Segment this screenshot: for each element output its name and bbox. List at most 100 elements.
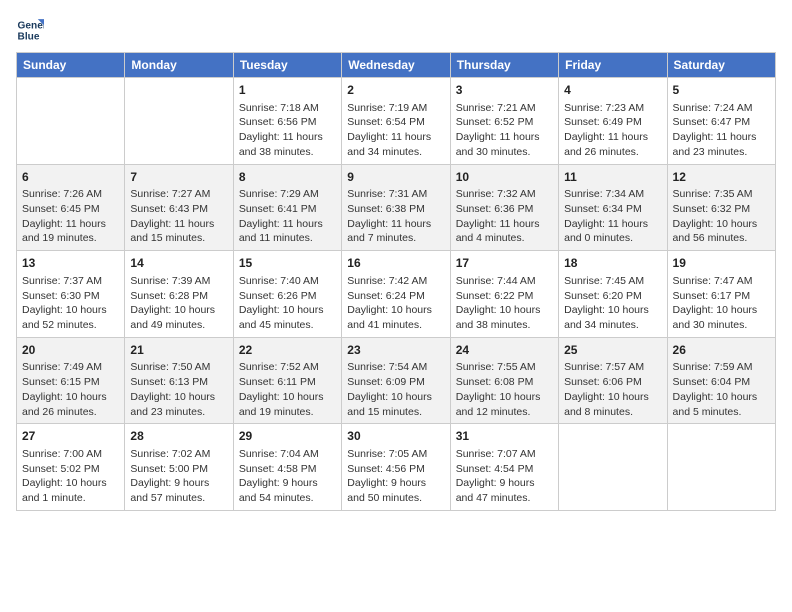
header-friday: Friday	[559, 53, 667, 78]
day-number: 19	[673, 255, 770, 272]
day-info: Sunrise: 7:02 AM Sunset: 5:00 PM Dayligh…	[130, 447, 227, 506]
calendar-cell: 30 Sunrise: 7:05 AM Sunset: 4:56 PM Dayli…	[342, 424, 450, 511]
day-info: Sunrise: 7:34 AM Sunset: 6:34 PM Dayligh…	[564, 187, 661, 246]
day-info: Sunrise: 7:19 AM Sunset: 6:54 PM Dayligh…	[347, 101, 444, 160]
calendar-cell: 3 Sunrise: 7:21 AM Sunset: 6:52 PM Daylig…	[450, 78, 558, 165]
day-number: 15	[239, 255, 336, 272]
header-thursday: Thursday	[450, 53, 558, 78]
day-number: 28	[130, 428, 227, 445]
calendar-cell: 7Sunrise: 7:27 AM Sunset: 6:43 PM Daylig…	[125, 164, 233, 251]
day-info: Sunrise: 7:47 AM Sunset: 6:17 PM Dayligh…	[673, 274, 770, 333]
day-info: Sunrise: 7:23 AM Sunset: 6:49 PM Dayligh…	[564, 101, 661, 160]
calendar-cell: 24Sunrise: 7:55 AM Sunset: 6:08 PM Dayli…	[450, 337, 558, 424]
header-wednesday: Wednesday	[342, 53, 450, 78]
header-tuesday: Tuesday	[233, 53, 341, 78]
day-info: Sunrise: 7:31 AM Sunset: 6:38 PM Dayligh…	[347, 187, 444, 246]
day-number: 27	[22, 428, 119, 445]
day-info: Sunrise: 7:49 AM Sunset: 6:15 PM Dayligh…	[22, 360, 119, 419]
day-number: 26	[673, 342, 770, 359]
day-number: 21	[130, 342, 227, 359]
day-info: Sunrise: 7:21 AM Sunset: 6:52 PM Dayligh…	[456, 101, 553, 160]
day-number: 1	[239, 82, 336, 99]
day-info: Sunrise: 7:32 AM Sunset: 6:36 PM Dayligh…	[456, 187, 553, 246]
header-saturday: Saturday	[667, 53, 775, 78]
calendar-cell: 1 Sunrise: 7:18 AM Sunset: 6:56 PM Daylig…	[233, 78, 341, 165]
calendar-cell: 25Sunrise: 7:57 AM Sunset: 6:06 PM Dayli…	[559, 337, 667, 424]
day-info: Sunrise: 7:50 AM Sunset: 6:13 PM Dayligh…	[130, 360, 227, 419]
day-number: 29	[239, 428, 336, 445]
day-number: 23	[347, 342, 444, 359]
day-number: 17	[456, 255, 553, 272]
page-header: General Blue	[16, 16, 776, 44]
week-row-5: 27 Sunrise: 7:00 AM Sunset: 5:02 PM Dayli…	[17, 424, 776, 511]
day-info: Sunrise: 7:05 AM Sunset: 4:56 PM Dayligh…	[347, 447, 444, 506]
calendar-cell: 17 Sunrise: 7:44 AM Sunset: 6:22 PM Dayli…	[450, 251, 558, 338]
day-number: 13	[22, 255, 119, 272]
day-info: Sunrise: 7:24 AM Sunset: 6:47 PM Dayligh…	[673, 101, 770, 160]
day-info: Sunrise: 7:18 AM Sunset: 6:56 PM Dayligh…	[239, 101, 336, 160]
day-number: 6	[22, 169, 119, 186]
calendar-cell: 8Sunrise: 7:29 AM Sunset: 6:41 PM Daylig…	[233, 164, 341, 251]
svg-text:General: General	[18, 20, 44, 31]
day-info: Sunrise: 7:37 AM Sunset: 6:30 PM Dayligh…	[22, 274, 119, 333]
day-info: Sunrise: 7:35 AM Sunset: 6:32 PM Dayligh…	[673, 187, 770, 246]
calendar-cell	[667, 424, 775, 511]
calendar-cell: 18Sunrise: 7:45 AM Sunset: 6:20 PM Dayli…	[559, 251, 667, 338]
calendar-cell: 20Sunrise: 7:49 AM Sunset: 6:15 PM Dayli…	[17, 337, 125, 424]
day-info: Sunrise: 7:29 AM Sunset: 6:41 PM Dayligh…	[239, 187, 336, 246]
day-number: 10	[456, 169, 553, 186]
calendar-cell	[125, 78, 233, 165]
logo-icon: General Blue	[16, 16, 44, 44]
day-number: 24	[456, 342, 553, 359]
calendar-cell: 5 Sunrise: 7:24 AM Sunset: 6:47 PM Daylig…	[667, 78, 775, 165]
day-number: 30	[347, 428, 444, 445]
week-row-4: 20Sunrise: 7:49 AM Sunset: 6:15 PM Dayli…	[17, 337, 776, 424]
day-info: Sunrise: 7:42 AM Sunset: 6:24 PM Dayligh…	[347, 274, 444, 333]
week-row-2: 6Sunrise: 7:26 AM Sunset: 6:45 PM Daylig…	[17, 164, 776, 251]
calendar-cell	[559, 424, 667, 511]
calendar-cell: 31 Sunrise: 7:07 AM Sunset: 4:54 PM Dayli…	[450, 424, 558, 511]
day-number: 20	[22, 342, 119, 359]
day-number: 11	[564, 169, 661, 186]
calendar-header-row: SundayMondayTuesdayWednesdayThursdayFrid…	[17, 53, 776, 78]
calendar-cell: 6Sunrise: 7:26 AM Sunset: 6:45 PM Daylig…	[17, 164, 125, 251]
calendar-cell: 16Sunrise: 7:42 AM Sunset: 6:24 PM Dayli…	[342, 251, 450, 338]
day-number: 3	[456, 82, 553, 99]
week-row-3: 13 Sunrise: 7:37 AM Sunset: 6:30 PM Dayli…	[17, 251, 776, 338]
day-info: Sunrise: 7:55 AM Sunset: 6:08 PM Dayligh…	[456, 360, 553, 419]
day-info: Sunrise: 7:27 AM Sunset: 6:43 PM Dayligh…	[130, 187, 227, 246]
calendar-cell: 13 Sunrise: 7:37 AM Sunset: 6:30 PM Dayli…	[17, 251, 125, 338]
logo: General Blue	[16, 16, 48, 44]
day-info: Sunrise: 7:07 AM Sunset: 4:54 PM Dayligh…	[456, 447, 553, 506]
calendar-cell: 11Sunrise: 7:34 AM Sunset: 6:34 PM Dayli…	[559, 164, 667, 251]
day-number: 9	[347, 169, 444, 186]
calendar-cell: 23Sunrise: 7:54 AM Sunset: 6:09 PM Dayli…	[342, 337, 450, 424]
day-number: 22	[239, 342, 336, 359]
day-info: Sunrise: 7:40 AM Sunset: 6:26 PM Dayligh…	[239, 274, 336, 333]
day-number: 25	[564, 342, 661, 359]
calendar-cell: 22Sunrise: 7:52 AM Sunset: 6:11 PM Dayli…	[233, 337, 341, 424]
calendar-cell: 27 Sunrise: 7:00 AM Sunset: 5:02 PM Dayli…	[17, 424, 125, 511]
day-info: Sunrise: 7:00 AM Sunset: 5:02 PM Dayligh…	[22, 447, 119, 506]
calendar-cell: 15 Sunrise: 7:40 AM Sunset: 6:26 PM Dayli…	[233, 251, 341, 338]
day-number: 18	[564, 255, 661, 272]
day-info: Sunrise: 7:44 AM Sunset: 6:22 PM Dayligh…	[456, 274, 553, 333]
day-number: 12	[673, 169, 770, 186]
week-row-1: 1 Sunrise: 7:18 AM Sunset: 6:56 PM Daylig…	[17, 78, 776, 165]
calendar-cell: 4 Sunrise: 7:23 AM Sunset: 6:49 PM Daylig…	[559, 78, 667, 165]
day-number: 5	[673, 82, 770, 99]
calendar-cell: 19 Sunrise: 7:47 AM Sunset: 6:17 PM Dayli…	[667, 251, 775, 338]
calendar-cell	[17, 78, 125, 165]
day-number: 7	[130, 169, 227, 186]
day-number: 31	[456, 428, 553, 445]
calendar-cell: 12Sunrise: 7:35 AM Sunset: 6:32 PM Dayli…	[667, 164, 775, 251]
calendar-cell: 26Sunrise: 7:59 AM Sunset: 6:04 PM Dayli…	[667, 337, 775, 424]
header-sunday: Sunday	[17, 53, 125, 78]
calendar-cell: 21Sunrise: 7:50 AM Sunset: 6:13 PM Dayli…	[125, 337, 233, 424]
calendar-cell: 29Sunrise: 7:04 AM Sunset: 4:58 PM Dayli…	[233, 424, 341, 511]
calendar-cell: 10Sunrise: 7:32 AM Sunset: 6:36 PM Dayli…	[450, 164, 558, 251]
day-number: 4	[564, 82, 661, 99]
day-number: 8	[239, 169, 336, 186]
header-monday: Monday	[125, 53, 233, 78]
day-info: Sunrise: 7:39 AM Sunset: 6:28 PM Dayligh…	[130, 274, 227, 333]
